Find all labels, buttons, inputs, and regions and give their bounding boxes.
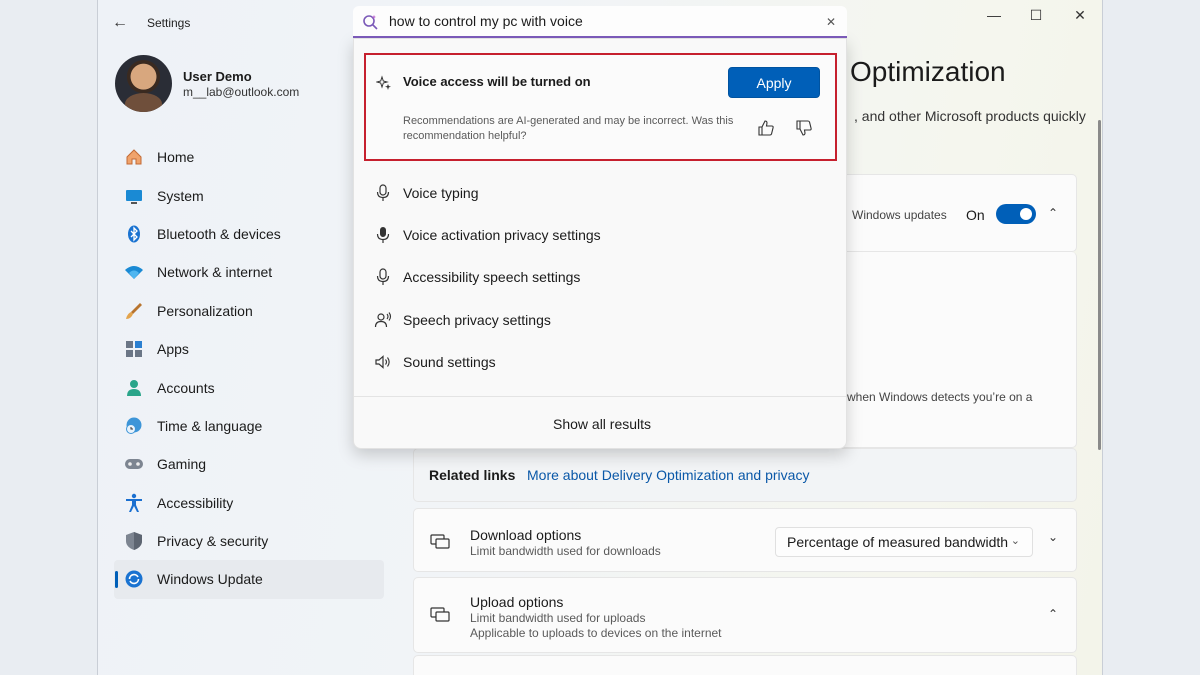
search-result-label: Voice activation privacy settings — [403, 227, 601, 243]
detect-text: when Windows detects you’re on a — [847, 390, 1033, 404]
sidebar-item-bluetooth[interactable]: Bluetooth & devices — [114, 215, 384, 253]
avatar[interactable] — [115, 55, 172, 112]
apply-button[interactable]: Apply — [728, 67, 820, 98]
delivery-optimization-link[interactable]: More about Delivery Optimization and pri… — [527, 467, 809, 483]
globe-clock-icon — [124, 416, 144, 436]
sidebar-item-label: Windows Update — [157, 571, 263, 588]
search-result-label: Sound settings — [403, 354, 496, 370]
sidebar-item-label: Network & internet — [157, 264, 273, 281]
accessibility-icon — [124, 493, 144, 513]
recommendation-note: Recommendations are AI-generated and may… — [403, 115, 734, 142]
related-links-heading: Related links — [429, 467, 516, 483]
sidebar-item-home[interactable]: Home — [114, 138, 384, 176]
updates-row-label: Windows updates — [852, 208, 947, 222]
divider — [354, 396, 846, 397]
search-result-item[interactable]: Speech privacy settings — [374, 303, 834, 337]
bandwidth-dropdown[interactable]: Percentage of measured bandwidth ⌄ — [775, 527, 1033, 557]
sidebar-item-label: Bluetooth & devices — [157, 225, 281, 242]
sidebar-item-personalization[interactable]: Personalization — [114, 292, 384, 330]
sidebar-item-time-language[interactable]: Time & language — [114, 407, 384, 445]
chevron-down-icon: ⌄ — [1010, 535, 1020, 547]
user-email: m__lab@outlook.com — [183, 85, 300, 99]
sidebar-item-privacy[interactable]: Privacy & security — [114, 522, 384, 560]
search-query[interactable]: how to control my pc with voice — [389, 13, 583, 29]
sidebar-nav: Home System Bluetooth & devices Network … — [114, 138, 384, 599]
scrollbar[interactable] — [1098, 120, 1101, 450]
accounts-icon — [124, 378, 144, 398]
sidebar-item-accessibility[interactable]: Accessibility — [114, 484, 384, 522]
microphone-icon — [374, 268, 392, 286]
thumbs-down-icon[interactable] — [795, 119, 813, 137]
gamepad-icon — [124, 454, 144, 474]
sidebar-item-label: Home — [157, 149, 195, 166]
sidebar-item-label: Accessibility — [157, 494, 234, 511]
page-description: , and other Microsoft products quickly — [854, 108, 1086, 124]
search-result-label: Speech privacy settings — [403, 312, 551, 328]
sidebar-item-label: Privacy & security — [157, 533, 269, 550]
close-icon[interactable]: ✕ — [1068, 6, 1092, 24]
shield-icon — [124, 531, 144, 551]
search-result-item[interactable]: Sound settings — [374, 345, 834, 379]
bluetooth-icon — [124, 224, 144, 244]
download-icon — [430, 532, 450, 555]
sidebar-item-label: System — [157, 187, 204, 204]
search-result-item[interactable]: Voice typing — [374, 176, 834, 210]
wifi-icon — [124, 262, 144, 282]
download-options-subtitle: Limit bandwidth used for downloads — [470, 544, 661, 558]
user-name: User Demo — [183, 69, 252, 84]
sidebar-item-network[interactable]: Network & internet — [114, 253, 384, 291]
upload-options-title: Upload options — [470, 594, 564, 610]
upload-options-subtitle: Limit bandwidth used for uploads — [470, 611, 646, 625]
chevron-down-icon[interactable]: ⌄ — [1048, 530, 1058, 544]
microphone-filled-icon — [374, 226, 392, 244]
toggle-state-label: On — [966, 207, 985, 223]
show-all-results-button[interactable]: Show all results — [553, 416, 651, 432]
search-result-label: Voice typing — [403, 185, 479, 201]
back-arrow-icon[interactable]: ← — [112, 14, 130, 32]
chevron-up-icon[interactable]: ⌃ — [1048, 607, 1058, 621]
minimize-icon[interactable]: — — [982, 6, 1006, 24]
search-result-label: Accessibility speech settings — [403, 269, 581, 285]
update-icon — [124, 569, 144, 589]
sidebar-item-label: Personalization — [157, 302, 253, 319]
sidebar-item-label: Accounts — [157, 379, 215, 396]
page-title: Optimization — [850, 56, 1006, 87]
search-result-item[interactable]: Accessibility speech settings — [374, 260, 834, 294]
sparkle-icon — [375, 75, 392, 91]
search-icon — [362, 14, 378, 30]
sidebar-item-label: Gaming — [157, 456, 207, 473]
upload-options-note: Applicable to uploads to devices on the … — [470, 626, 722, 640]
next-card — [413, 655, 1077, 675]
recommendation-title: Voice access will be turned on — [403, 74, 591, 89]
clear-icon[interactable]: ✕ — [826, 15, 836, 29]
chevron-up-icon[interactable]: ⌃ — [1048, 206, 1058, 220]
sidebar-item-gaming[interactable]: Gaming — [114, 445, 384, 483]
download-options-title: Download options — [470, 527, 582, 543]
sidebar-item-label: Apps — [157, 341, 189, 358]
brush-icon — [124, 301, 144, 321]
thumbs-up-icon[interactable] — [757, 119, 775, 137]
dropdown-value: Percentage of measured bandwidth — [787, 534, 1009, 550]
sidebar-item-label: Time & language — [157, 417, 263, 434]
sidebar-item-system[interactable]: System — [114, 176, 384, 214]
home-icon — [124, 147, 144, 167]
person-speech-icon — [374, 311, 392, 329]
upload-icon — [430, 605, 450, 628]
sidebar-item-apps[interactable]: Apps — [114, 330, 384, 368]
speaker-icon — [374, 353, 392, 371]
apps-icon — [124, 339, 144, 359]
microphone-icon — [374, 184, 392, 202]
system-icon — [124, 186, 144, 206]
updates-toggle[interactable] — [996, 204, 1036, 224]
app-title: Settings — [147, 16, 191, 30]
maximize-icon[interactable]: ☐ — [1024, 6, 1048, 24]
search-result-item[interactable]: Voice activation privacy settings — [374, 218, 834, 252]
sidebar-item-windows-update[interactable]: Windows Update — [114, 560, 384, 599]
sidebar-item-accounts[interactable]: Accounts — [114, 368, 384, 406]
